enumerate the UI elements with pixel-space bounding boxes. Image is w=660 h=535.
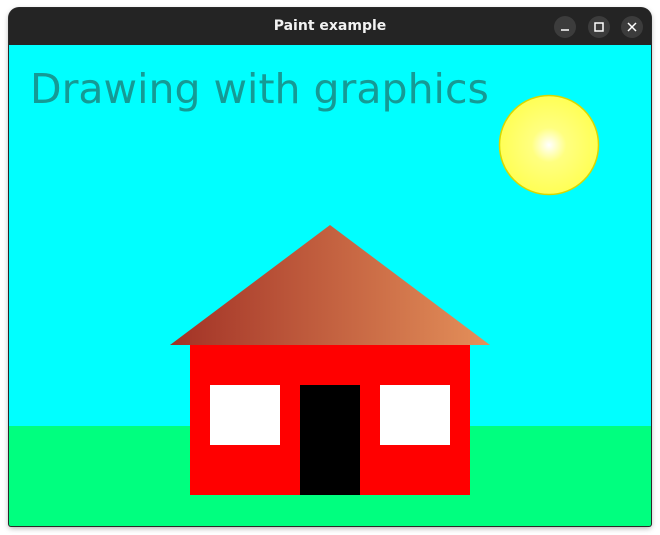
maximize-button[interactable] bbox=[588, 16, 610, 38]
maximize-icon bbox=[594, 22, 604, 32]
app-window: Paint example Drawing with graphics bbox=[9, 8, 651, 526]
title-bar[interactable]: Paint example bbox=[9, 8, 651, 45]
close-button[interactable] bbox=[621, 16, 643, 38]
minimize-button[interactable] bbox=[554, 16, 576, 38]
minimize-icon bbox=[561, 29, 569, 31]
house-window-left bbox=[210, 385, 280, 445]
close-icon bbox=[627, 22, 637, 32]
drawing-canvas: Drawing with graphics bbox=[9, 45, 651, 526]
scene-drawing bbox=[9, 45, 651, 526]
house-window-right bbox=[380, 385, 450, 445]
sun bbox=[498, 94, 600, 196]
house-door bbox=[300, 385, 360, 495]
canvas-caption: Drawing with graphics bbox=[30, 65, 489, 113]
